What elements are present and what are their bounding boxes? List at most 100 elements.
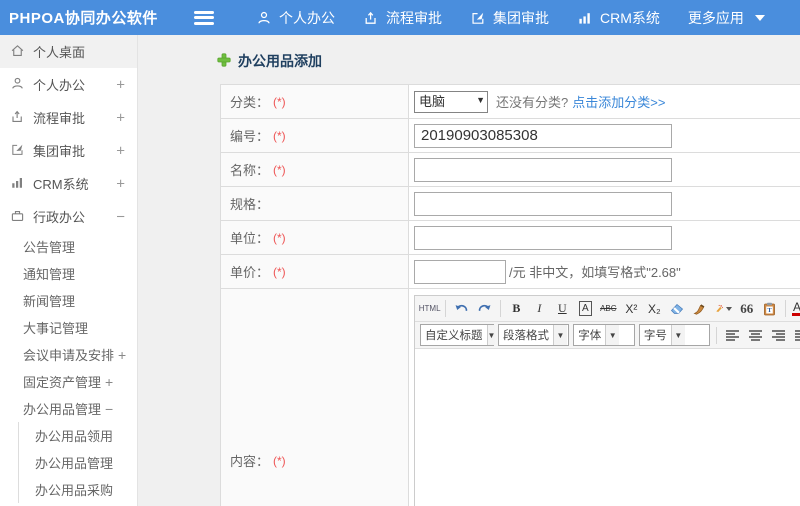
hamburger-menu-icon[interactable] — [194, 10, 214, 25]
expand-icon: + — [116, 142, 125, 159]
sidebar-item-group-approval[interactable]: 集团审批 + — [0, 134, 137, 167]
required-marker: (*) — [273, 264, 286, 279]
sidebar-item-fixed-assets-mgmt[interactable]: 固定资产管理 + — [0, 368, 137, 395]
sidebar-item-supplies-requisition[interactable]: 办公用品领用 — [19, 422, 137, 449]
add-category-link[interactable]: 点击添加分类>> — [572, 92, 665, 111]
toolbar-separator — [500, 300, 501, 317]
page-title: 办公用品添加 — [138, 35, 800, 71]
paragraph-format-select[interactable]: 段落格式 ▼ — [498, 324, 570, 346]
content-label: 内容： — [230, 454, 270, 469]
expand-icon: + — [116, 76, 125, 93]
underline-button[interactable]: U — [552, 298, 573, 319]
name-label: 名称： — [230, 163, 270, 178]
align-left-icon — [726, 329, 740, 341]
sidebar-item-workflow-approval[interactable]: 流程审批 + — [0, 101, 137, 134]
sidebar-item-label: 行政办公 — [33, 210, 86, 225]
code-input[interactable] — [414, 123, 672, 148]
sidebar-item-memorabilia-mgmt[interactable]: 大事记管理 — [0, 314, 137, 341]
superscript-button[interactable]: X² — [621, 298, 642, 319]
sidebar-item-supplies-management[interactable]: 办公用品管理 — [19, 449, 137, 476]
app-logo: PHPOA协同办公软件 — [9, 10, 158, 27]
upload-icon — [10, 109, 25, 127]
align-right-icon — [772, 329, 786, 341]
main-content: 办公用品添加 分类： (*) 电脑 ▼ 还没有分类? 点击添加分类>> 编号： … — [138, 35, 800, 506]
supplies-add-form: 分类： (*) 电脑 ▼ 还没有分类? 点击添加分类>> 编号： (*) 201… — [220, 84, 800, 506]
sidebar-item-personal-desktop[interactable]: 个人桌面 — [0, 35, 137, 68]
font-family-select[interactable]: 字体 ▼ — [573, 324, 635, 346]
align-right-button[interactable] — [768, 325, 789, 346]
sidebar-item-supplies-purchase[interactable]: 办公用品采购 — [19, 476, 137, 503]
nav-item-label: 个人办公 — [279, 9, 335, 26]
sidebar-item-admin-office[interactable]: 行政办公 − — [0, 200, 137, 233]
align-justify-button[interactable] — [791, 325, 800, 346]
sidebar-item-news-mgmt[interactable]: 新闻管理 — [0, 287, 137, 314]
paste-as-text-button[interactable]: T — [759, 298, 780, 319]
form-row-price: 单价： (*) /元 非中文，如填写格式"2.68" — [221, 255, 800, 289]
strikethrough-button[interactable]: ABC — [598, 298, 619, 319]
nav-item-label: 更多应用 — [687, 9, 744, 26]
caret-down-icon: ▼ — [670, 325, 685, 345]
nav-item-workflow-approval[interactable]: 流程审批 — [349, 0, 456, 35]
redo-button[interactable] — [474, 298, 495, 319]
clean-format-brush-icon[interactable] — [690, 298, 711, 319]
svg-text:T: T — [768, 307, 773, 314]
sidebar-item-notice-mgmt[interactable]: 通知管理 — [0, 260, 137, 287]
font-size-select[interactable]: 字号 ▼ — [638, 324, 711, 346]
custom-heading-select[interactable]: 自定义标题 ▼ — [420, 324, 496, 346]
price-input[interactable] — [414, 259, 506, 284]
required-marker: (*) — [273, 453, 286, 468]
briefcase-icon — [10, 208, 25, 226]
bold-button[interactable]: B — [506, 298, 527, 319]
font-color-button[interactable]: A — [791, 298, 800, 319]
name-input[interactable] — [414, 157, 672, 182]
sidebar-item-office-supplies-mgmt[interactable]: 办公用品管理 − — [0, 395, 137, 422]
sidebar-item-personal-office[interactable]: 个人办公 + — [0, 68, 137, 101]
category-label: 分类： — [230, 95, 270, 110]
form-row-content: 内容： (*) HTML B I U A ABC X² X₂ 66 T A 自定… — [221, 289, 800, 506]
office-supplies-submenu: 办公用品领用 办公用品管理 办公用品采购 — [18, 422, 137, 503]
align-left-button[interactable] — [722, 325, 743, 346]
font-style-button[interactable]: A — [575, 298, 596, 319]
nav-item-group-approval[interactable]: 集团审批 — [456, 0, 563, 35]
price-format-hint: /元 非中文，如填写格式"2.68" — [509, 265, 681, 280]
user-icon — [256, 10, 272, 26]
unit-input[interactable] — [414, 225, 672, 250]
italic-button[interactable]: I — [529, 298, 550, 319]
eraser-icon[interactable] — [667, 298, 688, 319]
bar-chart-icon — [10, 175, 25, 193]
sidebar-item-label: 流程审批 — [33, 111, 86, 126]
caret-down-icon: ▼ — [605, 325, 620, 345]
caret-down-icon: ▼ — [486, 325, 496, 345]
caret-down-icon: ▼ — [553, 325, 567, 345]
subscript-button[interactable]: X₂ — [644, 298, 665, 319]
form-row-name: 名称： (*) — [221, 153, 800, 187]
format-painter-button[interactable] — [713, 298, 734, 319]
required-marker: (*) — [273, 94, 286, 109]
required-marker: (*) — [273, 230, 286, 245]
caret-down-icon — [754, 14, 765, 21]
sidebar-item-label: 个人桌面 — [33, 45, 86, 60]
form-row-code: 编号： (*) — [221, 119, 800, 153]
expand-icon: + — [118, 346, 127, 363]
editor-toolbar-row1: HTML B I U A ABC X² X₂ 66 T A — [415, 296, 800, 322]
editor-content-area[interactable] — [415, 349, 800, 506]
editor-toolbar-row2: 自定义标题▼ 段落格式▼ 字体▼ 字号▼ ∞ — [415, 322, 800, 349]
nav-item-label: 集团审批 — [493, 9, 549, 26]
nav-item-crm-system[interactable]: CRM系统 — [563, 0, 674, 35]
home-icon — [10, 43, 25, 61]
sidebar-item-meeting-request[interactable]: 会议申请及安排 + — [0, 341, 137, 368]
edit-icon — [10, 142, 25, 160]
blockquote-button[interactable]: 66 — [736, 298, 757, 319]
sidebar-item-announcement-mgmt[interactable]: 公告管理 — [0, 233, 137, 260]
source-code-button[interactable]: HTML — [419, 298, 441, 319]
align-justify-icon — [795, 329, 800, 341]
nav-item-more-apps[interactable]: 更多应用 — [674, 0, 779, 35]
nav-item-personal-office[interactable]: 个人办公 — [242, 0, 349, 35]
undo-button[interactable] — [451, 298, 472, 319]
category-select[interactable]: 电脑 — [414, 90, 488, 113]
sidebar-item-crm-system[interactable]: CRM系统 + — [0, 167, 137, 200]
align-center-button[interactable] — [745, 325, 766, 346]
spec-input[interactable] — [414, 191, 672, 216]
price-label: 单价： — [230, 265, 270, 280]
toolbar-separator — [445, 300, 447, 317]
